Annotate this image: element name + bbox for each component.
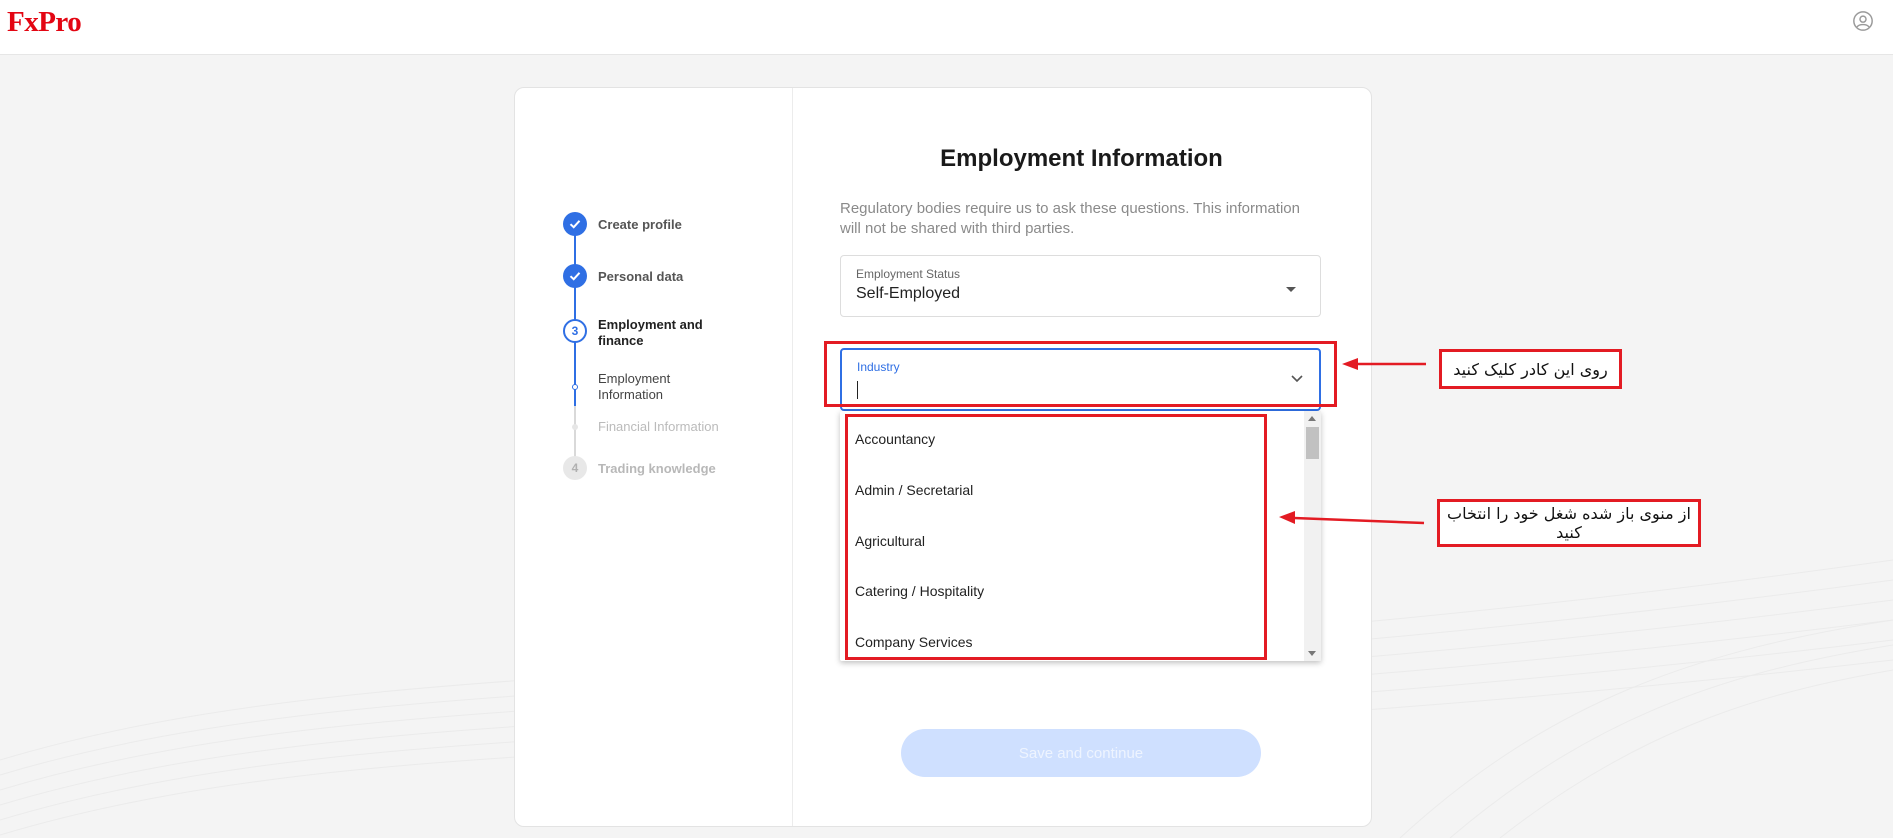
industry-option-admin-secretarial[interactable]: Admin / Secretarial: [855, 482, 973, 498]
form-description: Regulatory bodies require us to ask thes…: [840, 200, 1300, 237]
step-personal-data: Personal data: [598, 269, 684, 284]
save-and-continue-button[interactable]: Save and continue: [901, 729, 1261, 777]
industry-option-catering-hospitality[interactable]: Catering / Hospitality: [855, 583, 984, 599]
substep-dot-active: [572, 384, 578, 390]
industry-label: Industry: [857, 360, 900, 374]
substep-employment-information: Employment Information: [598, 371, 671, 402]
text-cursor: [857, 381, 858, 399]
check-icon: [563, 264, 587, 288]
progress-sidebar: Create profile Personal data 3 Employmen…: [515, 88, 793, 826]
step-number-4: 4: [563, 456, 587, 480]
industry-option-agricultural[interactable]: Agricultural: [855, 533, 925, 549]
steps-line-progress: [574, 224, 576, 406]
step-create-profile: Create profile: [598, 217, 682, 232]
employment-status-value: Self-Employed: [856, 285, 961, 302]
employment-status-select[interactable]: Employment Status Self-Employed: [840, 255, 1321, 317]
fxpro-logo[interactable]: FxPro: [7, 6, 82, 39]
page-title: Employment Information: [940, 145, 1223, 172]
step-employment-finance: Employment and finance: [598, 317, 703, 348]
substep-financial-information: Financial Information: [598, 419, 719, 434]
registration-card: Create profile Personal data 3 Employmen…: [514, 87, 1372, 827]
industry-option-accountancy[interactable]: Accountancy: [855, 431, 935, 447]
scroll-up-arrow-icon[interactable]: [1308, 416, 1316, 421]
industry-dropdown-list: Accountancy Admin / Secretarial Agricult…: [840, 411, 1321, 661]
step-trading-knowledge: Trading knowledge: [598, 461, 716, 476]
industry-option-company-services[interactable]: Company Services: [855, 634, 973, 650]
scroll-down-arrow-icon[interactable]: [1308, 651, 1316, 656]
caret-down-icon: [1286, 287, 1296, 292]
chevron-down-icon[interactable]: [1289, 370, 1305, 386]
scrollbar-thumb[interactable]: [1306, 427, 1319, 459]
user-circle-icon[interactable]: [1852, 10, 1874, 32]
top-bar: FxPro: [0, 0, 1893, 55]
substep-dot-inactive: [572, 424, 578, 430]
step-number-3: 3: [563, 319, 587, 343]
check-icon: [563, 212, 587, 236]
industry-combobox[interactable]: Industry: [840, 348, 1321, 411]
dropdown-scrollbar[interactable]: [1304, 411, 1321, 661]
employment-status-label: Employment Status: [856, 267, 961, 281]
